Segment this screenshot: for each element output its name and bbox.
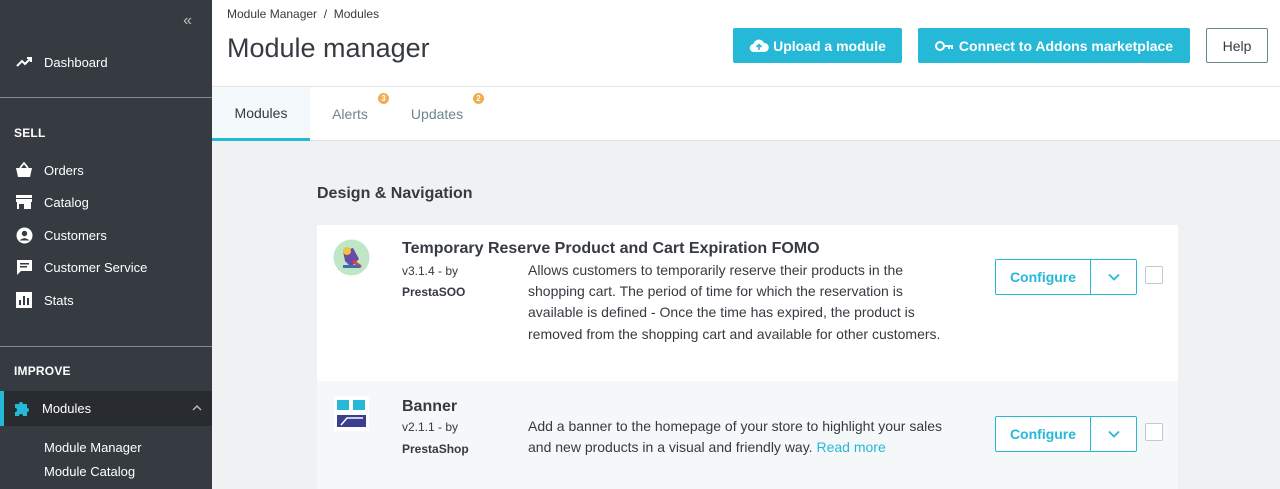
- sidebar-item-dashboard[interactable]: Dashboard: [0, 52, 212, 72]
- module-select-checkbox[interactable]: [1145, 266, 1163, 284]
- sidebar-item-orders[interactable]: Orders: [0, 160, 212, 180]
- section-title-sell: SELL: [14, 126, 46, 140]
- module-description: Allows customers to temporarily reserve …: [528, 262, 941, 342]
- sidebar-subitem-module-catalog[interactable]: Module Catalog: [44, 464, 135, 479]
- cloud-upload-icon: [749, 39, 769, 53]
- module-name: Temporary Reserve Product and Cart Expir…: [402, 240, 820, 257]
- divider: [0, 97, 212, 98]
- page-title: Module manager: [227, 33, 430, 63]
- sidebar-item-label: Dashboard: [44, 54, 108, 70]
- tab-modules[interactable]: Modules: [212, 87, 310, 141]
- chevron-up-icon: [192, 400, 202, 415]
- connect-addons-button[interactable]: Connect to Addons marketplace: [918, 28, 1190, 63]
- sidebar: « Dashboard SELL Orders Catalog Customer…: [0, 0, 212, 489]
- configure-button[interactable]: Configure: [995, 259, 1091, 295]
- key-icon: [934, 40, 954, 52]
- category-heading: Design & Navigation: [317, 185, 473, 202]
- upload-module-button[interactable]: Upload a module: [733, 28, 902, 63]
- updates-count-badge: 2: [473, 93, 484, 104]
- sidebar-item-customer-service[interactable]: Customer Service: [0, 257, 212, 277]
- module-name: Banner: [402, 398, 458, 415]
- module-version: v2.1.1 - by: [402, 420, 459, 434]
- alerts-count-badge: 3: [378, 93, 389, 104]
- module-actions-dropdown[interactable]: [1090, 416, 1137, 452]
- breadcrumb[interactable]: Module Manager / Modules: [227, 7, 379, 21]
- tab-updates[interactable]: Updates 2: [401, 87, 484, 141]
- module-author: PrestaShop: [402, 442, 469, 456]
- sidebar-item-catalog[interactable]: Catalog: [0, 192, 212, 212]
- puzzle-icon: [13, 399, 31, 417]
- sidebar-item-label: Orders: [44, 162, 84, 178]
- sidebar-item-stats[interactable]: Stats: [0, 290, 212, 310]
- sidebar-item-label: Stats: [44, 292, 74, 308]
- sidebar-item-label: Customers: [44, 227, 107, 243]
- account-circle-icon: [15, 226, 33, 244]
- connect-addons-label: Connect to Addons marketplace: [958, 37, 1174, 54]
- sidebar-item-label: Customer Service: [44, 259, 148, 275]
- store-icon: [15, 193, 33, 211]
- upload-module-label: Upload a module: [773, 37, 886, 54]
- module-select-checkbox[interactable]: [1145, 423, 1163, 441]
- shopping-basket-icon: [15, 161, 33, 179]
- module-logo: [333, 239, 370, 276]
- module-logo: [333, 395, 370, 432]
- section-title-improve: IMPROVE: [14, 364, 71, 378]
- sidebar-item-customers[interactable]: Customers: [0, 225, 212, 245]
- module-author: PrestaSOO: [402, 285, 466, 299]
- chat-icon: [15, 258, 33, 276]
- tab-label: Updates: [410, 106, 464, 122]
- module-description: Add a banner to the homepage of your sto…: [528, 416, 948, 458]
- divider: [0, 346, 212, 347]
- read-more-link[interactable]: Read more: [816, 439, 885, 455]
- tab-bar: Modules Alerts 3 Updates 2: [212, 86, 1280, 141]
- sidebar-item-modules[interactable]: Modules: [0, 398, 212, 418]
- module-row: Banner v2.1.1 - by PrestaShop Add a bann…: [317, 381, 1178, 489]
- tab-alerts[interactable]: Alerts 3: [320, 87, 389, 141]
- chevron-down-icon: [1107, 273, 1120, 281]
- tab-label: Alerts: [332, 106, 368, 122]
- help-button[interactable]: Help: [1206, 28, 1268, 63]
- sidebar-item-label: Catalog: [44, 194, 89, 210]
- module-actions-dropdown[interactable]: [1090, 259, 1137, 295]
- collapse-sidebar-icon[interactable]: «: [183, 12, 192, 30]
- configure-button[interactable]: Configure: [995, 416, 1091, 452]
- sidebar-item-label: Modules: [42, 400, 92, 416]
- trending-up-icon: [15, 53, 33, 71]
- page-header: Module Manager / Modules Module manager …: [212, 0, 1280, 86]
- chevron-down-icon: [1107, 430, 1120, 438]
- tab-label: Modules: [234, 104, 288, 121]
- sidebar-subitem-module-manager[interactable]: Module Manager: [44, 440, 142, 455]
- module-version: v3.1.4 - by: [402, 264, 459, 278]
- module-row: Temporary Reserve Product and Cart Expir…: [317, 225, 1178, 381]
- bar-chart-icon: [15, 291, 33, 309]
